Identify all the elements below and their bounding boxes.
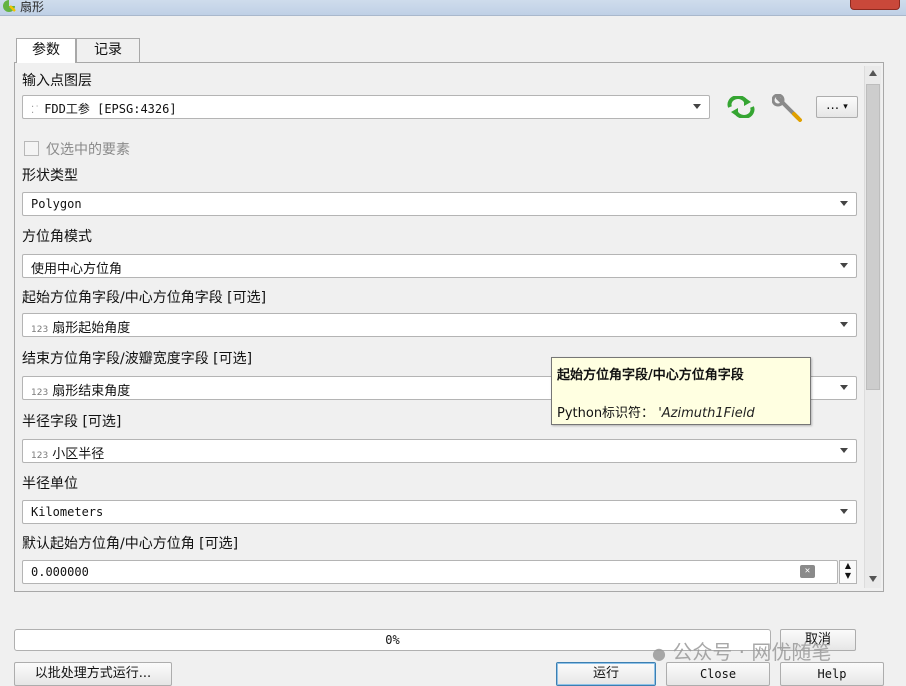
scrollbar-thumb[interactable] (866, 84, 880, 390)
tooltip-body: Python标识符： 'Azimuth1Field (557, 402, 755, 421)
radius-field-label: 半径字段 [可选] (22, 414, 122, 430)
close-button[interactable]: Close (666, 662, 770, 686)
azimuth-mode-value: 使用中心方位角 (31, 262, 123, 277)
title-bar (0, 0, 906, 16)
input-layer-value: FDD工参 [EPSG:4326] (44, 102, 177, 116)
wrench-icon[interactable] (771, 93, 804, 122)
wechat-icon: ● (652, 644, 666, 663)
tab-parameters[interactable]: 参数 (16, 38, 76, 63)
iterate-icon[interactable] (726, 95, 756, 119)
field-tooltip: 起始方位角字段/中心方位角字段 Python标识符： 'Azimuth1Fiel… (551, 357, 811, 425)
clear-icon[interactable]: ✕ (800, 565, 815, 578)
end-azimuth-label: 结束方位角字段/波瓣宽度字段 [可选] (22, 351, 253, 367)
chevron-down-icon (840, 201, 848, 206)
chevron-down-icon[interactable]: ▼ (840, 571, 856, 581)
more-options-button[interactable]: … ▾ (816, 96, 858, 118)
radius-field-combo[interactable]: 123 小区半径 (22, 439, 857, 463)
help-button[interactable]: Help (780, 662, 884, 686)
watermark: ● 公众号 · 网优随笔 (652, 636, 831, 665)
chevron-down-icon (840, 322, 848, 327)
tooltip-id-value: 'Azimuth1Field (658, 406, 755, 421)
default-azimuth-value: 0.000000 (31, 565, 89, 579)
start-azimuth-combo[interactable]: 123 扇形起始角度 (22, 313, 857, 337)
radius-unit-value: Kilometers (31, 505, 104, 519)
point-layer-icon: ⁚˙ (31, 105, 41, 116)
start-azimuth-value: 扇形起始角度 (52, 321, 131, 336)
azimuth-mode-label: 方位角模式 (22, 229, 92, 245)
input-layer-combo[interactable]: ⁚˙ FDD工参 [EPSG:4326] (22, 95, 710, 119)
progress-text: 0% (385, 633, 400, 647)
tooltip-id-label: Python标识符： (557, 406, 655, 421)
chevron-down-icon (840, 448, 848, 453)
azimuth-mode-combo[interactable]: 使用中心方位角 (22, 254, 857, 278)
shape-type-combo[interactable]: Polygon (22, 192, 857, 216)
selected-only-label: 仅选中的要素 (46, 142, 130, 158)
start-azimuth-label: 起始方位角字段/中心方位角字段 [可选] (22, 290, 267, 306)
input-layer-label: 输入点图层 (22, 73, 92, 89)
radius-field-value: 小区半径 (52, 447, 105, 462)
watermark-text: 公众号 · 网优随笔 (672, 640, 832, 664)
end-azimuth-value: 扇形结束角度 (52, 384, 131, 399)
numeric-field-icon: 123 (31, 325, 49, 335)
selected-only-checkbox[interactable] (24, 141, 39, 156)
window-close-button[interactable] (850, 0, 900, 10)
spin-stepper[interactable]: ▲ ▼ (839, 560, 857, 584)
scroll-down-icon[interactable] (869, 576, 877, 582)
window-title: 扇形 (20, 0, 45, 14)
default-azimuth-input[interactable]: 0.000000 ✕ (22, 560, 838, 584)
scroll-up-icon[interactable] (869, 70, 877, 76)
qgis-logo-icon (2, 0, 16, 12)
batch-process-button[interactable]: 以批处理方式运行... (14, 662, 172, 686)
radius-unit-combo[interactable]: Kilometers (22, 500, 857, 524)
chevron-down-icon (840, 263, 848, 268)
chevron-down-icon: ▾ (843, 102, 848, 112)
tab-log[interactable]: 记录 (76, 38, 140, 62)
numeric-field-icon: 123 (31, 388, 49, 398)
chevron-down-icon (840, 509, 848, 514)
chevron-down-icon (693, 104, 701, 109)
tooltip-title: 起始方位角字段/中心方位角字段 (557, 368, 744, 383)
radius-unit-label: 半径单位 (22, 476, 78, 492)
chevron-up-icon[interactable]: ▲ (840, 561, 856, 571)
default-azimuth-label: 默认起始方位角/中心方位角 [可选] (22, 536, 239, 552)
more-label: … (826, 98, 840, 113)
numeric-field-icon: 123 (31, 451, 49, 461)
chevron-down-icon (840, 385, 848, 390)
shape-type-value: Polygon (31, 197, 82, 211)
shape-type-label: 形状类型 (22, 168, 78, 184)
run-button[interactable]: 运行 (556, 662, 656, 686)
